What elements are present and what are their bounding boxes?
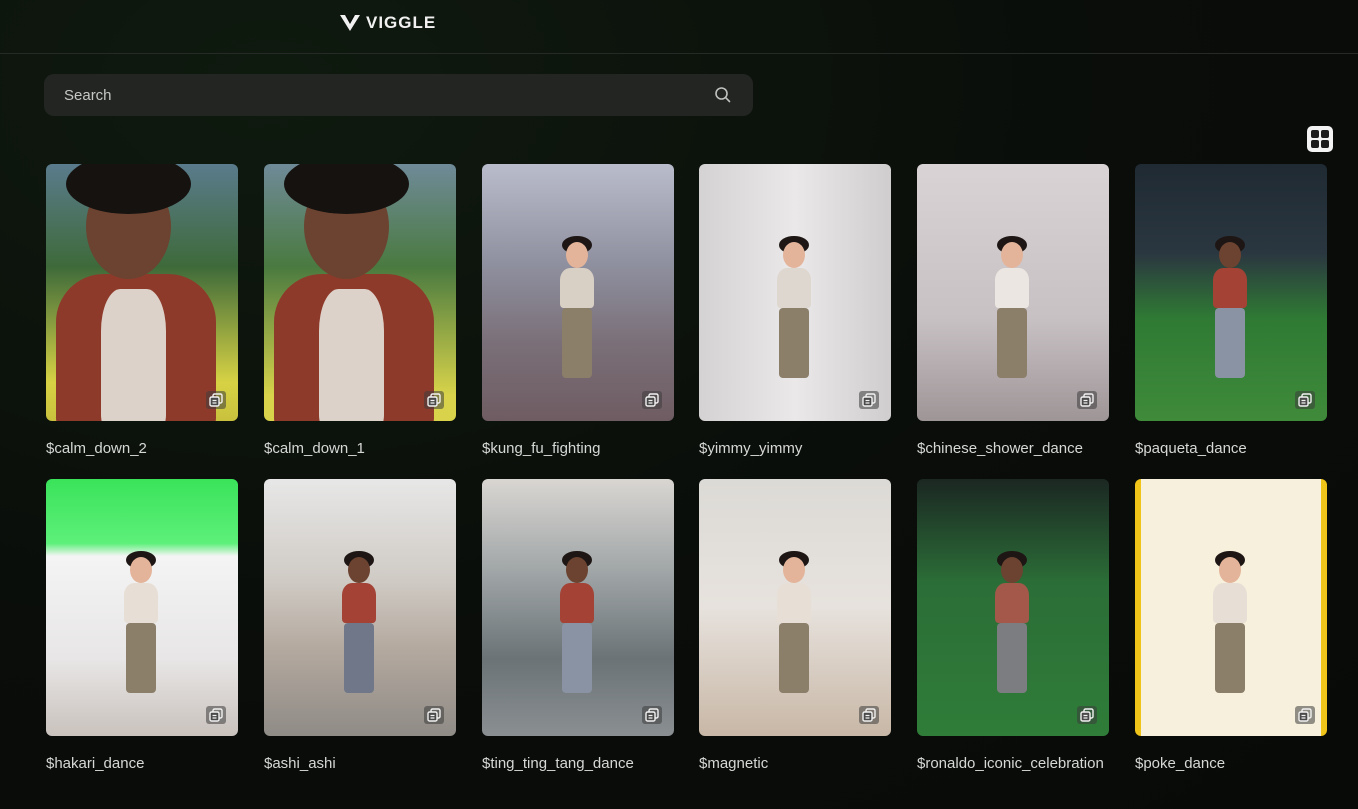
template-card[interactable]: $magnetic <box>699 479 891 776</box>
multiple-videos-icon <box>206 706 226 724</box>
template-card[interactable]: $chinese_shower_dance <box>917 164 1109 461</box>
template-card[interactable]: $calm_down_2 <box>46 164 238 461</box>
multiple-videos-icon <box>206 391 226 409</box>
template-card[interactable]: $kung_fu_fighting <box>482 164 674 461</box>
multiple-videos-icon <box>424 706 444 724</box>
template-label[interactable]: $poke_dance <box>1135 752 1327 776</box>
template-thumbnail[interactable] <box>264 479 456 736</box>
multiple-videos-icon <box>859 391 879 409</box>
template-thumbnail[interactable] <box>917 164 1109 421</box>
template-label[interactable]: $ronaldo_iconic_celebration <box>917 752 1109 776</box>
template-thumbnail[interactable] <box>1135 479 1327 736</box>
template-thumbnail[interactable] <box>46 164 238 421</box>
template-card[interactable]: $hakari_dance <box>46 479 238 776</box>
template-card[interactable]: $poke_dance <box>1135 479 1327 776</box>
top-bar: VIGGLE <box>0 0 1358 54</box>
multiple-videos-icon <box>1077 706 1097 724</box>
template-card[interactable]: $ting_ting_tang_dance <box>482 479 674 776</box>
multiple-videos-icon <box>859 706 879 724</box>
template-label[interactable]: $hakari_dance <box>46 752 238 776</box>
multiple-videos-icon <box>642 706 662 724</box>
logo-text: VIGGLE <box>366 13 437 32</box>
viggle-logo-icon <box>340 14 360 31</box>
template-label[interactable]: $magnetic <box>699 752 891 776</box>
template-thumbnail[interactable] <box>264 164 456 421</box>
template-thumbnail[interactable] <box>699 479 891 736</box>
template-card[interactable]: $paqueta_dance <box>1135 164 1327 461</box>
multiple-videos-icon <box>424 391 444 409</box>
template-label[interactable]: $chinese_shower_dance <box>917 437 1109 461</box>
template-label[interactable]: $calm_down_1 <box>264 437 456 461</box>
viggle-logo[interactable]: VIGGLE <box>339 12 436 34</box>
search-icon[interactable] <box>713 85 733 105</box>
grid-view-toggle-icon[interactable] <box>1307 126 1333 152</box>
template-card[interactable]: $ronaldo_iconic_celebration <box>917 479 1109 776</box>
page: VIGGLE $calm_down_2 $calm_down_1 $kung_fu_… <box>0 0 1358 809</box>
multiple-videos-icon <box>1295 391 1315 409</box>
search-bar[interactable] <box>44 74 753 116</box>
template-thumbnail[interactable] <box>1135 164 1327 421</box>
multiple-videos-icon <box>1077 391 1097 409</box>
template-label[interactable]: $ting_ting_tang_dance <box>482 752 674 776</box>
template-card[interactable]: $calm_down_1 <box>264 164 456 461</box>
template-thumbnail[interactable] <box>482 479 674 736</box>
template-thumbnail[interactable] <box>917 479 1109 736</box>
template-label[interactable]: $kung_fu_fighting <box>482 437 674 461</box>
multiple-videos-icon <box>1295 706 1315 724</box>
template-label[interactable]: $paqueta_dance <box>1135 437 1327 461</box>
template-label[interactable]: $ashi_ashi <box>264 752 456 776</box>
template-label[interactable]: $calm_down_2 <box>46 437 238 461</box>
template-thumbnail[interactable] <box>699 164 891 421</box>
template-label[interactable]: $yimmy_yimmy <box>699 437 891 461</box>
template-card[interactable]: $ashi_ashi <box>264 479 456 776</box>
search-input[interactable] <box>64 86 713 104</box>
template-thumbnail[interactable] <box>46 479 238 736</box>
template-thumbnail[interactable] <box>482 164 674 421</box>
multiple-videos-icon <box>642 391 662 409</box>
template-card[interactable]: $yimmy_yimmy <box>699 164 891 461</box>
